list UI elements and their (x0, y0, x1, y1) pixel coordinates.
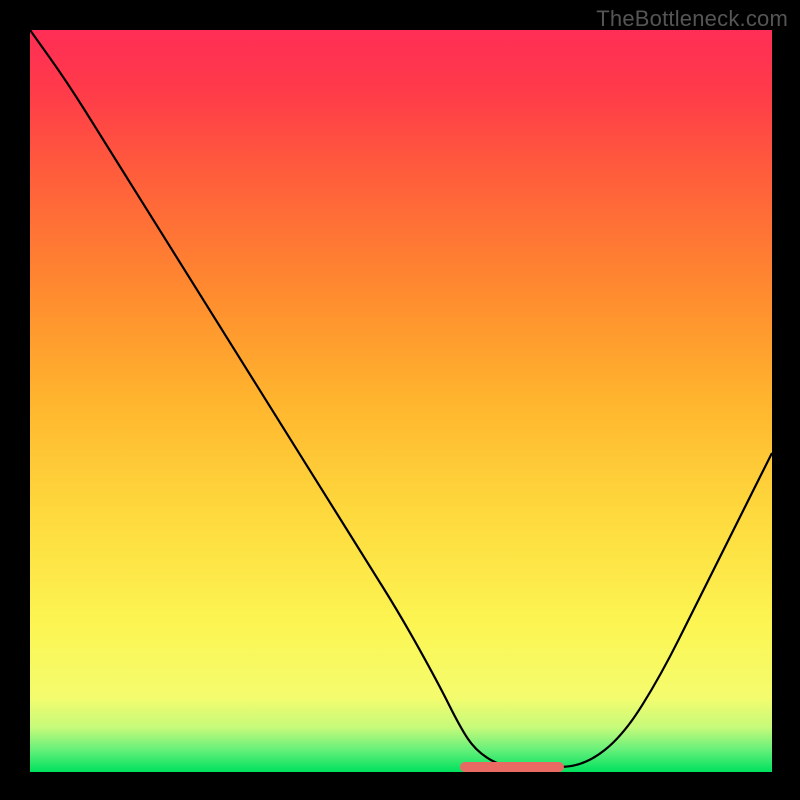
plot-container (30, 30, 772, 772)
bottleneck-curve (30, 30, 772, 772)
chart-frame: TheBottleneck.com (0, 0, 800, 800)
optimal-zone-marker (460, 762, 564, 772)
watermark-text: TheBottleneck.com (596, 6, 788, 32)
curve-path (30, 30, 772, 768)
